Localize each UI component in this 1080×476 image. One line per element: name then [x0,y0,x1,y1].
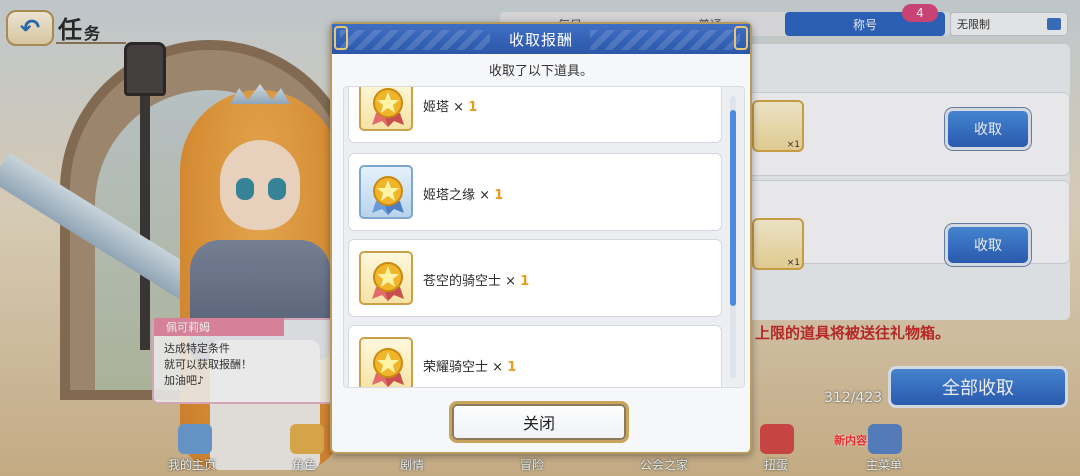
item-quantity: 1 [468,100,478,115]
list-item: 荣耀骑空士 × 1 [348,325,722,387]
medal-icon [359,337,413,387]
medal-icon [359,165,413,219]
corner-ornament-icon [334,26,348,50]
close-button[interactable]: 关闭 [449,401,629,443]
list-scroll-thumb[interactable] [730,110,736,306]
item-quantity: 1 [494,188,504,203]
item-name: 姬塔 [423,100,450,115]
list-item: 苍空的骑空士 × 1 [348,239,722,317]
item-name-row: 苍空的骑空士 × 1 [423,274,530,289]
medal-icon [359,87,413,131]
item-name-row: 荣耀骑空士 × 1 [423,360,517,375]
item-name: 姬塔之缘 [423,188,476,203]
item-name-row: 姬塔之缘 × 1 [423,188,504,203]
list-item: 姬塔 × 1 [348,87,722,143]
item-quantity: 1 [520,274,530,289]
header-pattern [590,30,740,50]
item-name-row: 姬塔 × 1 [423,100,478,115]
modal-title: 收取报酬 [508,30,573,49]
medal-icon [359,251,413,305]
item-name: 苍空的骑空士 [423,274,502,289]
list-item: 姬塔之缘 × 1 [348,153,722,231]
header-pattern [340,30,490,50]
modal-subtitle: 收取了以下道具。 [488,64,593,79]
corner-ornament-icon [734,26,748,50]
reward-item-list[interactable]: 姬塔 × 1 姬塔之缘 × 1 苍空的骑空士 × 1 荣耀骑空士 × 1 [343,86,745,388]
item-name: 荣耀骑空士 [423,360,489,375]
item-quantity: 1 [507,360,517,375]
